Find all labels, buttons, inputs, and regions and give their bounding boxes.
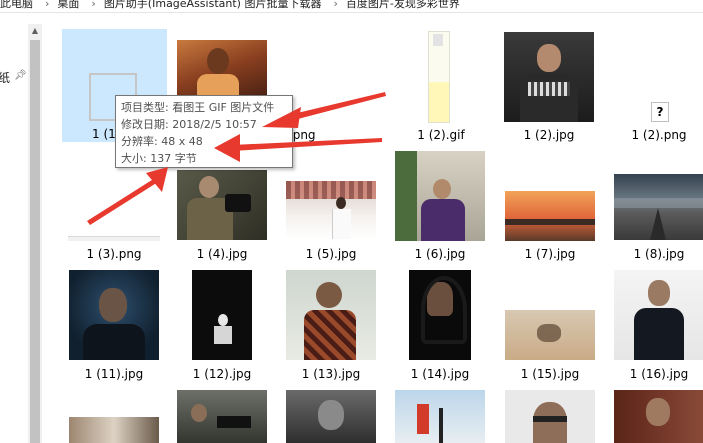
red-arrow-icon [262,92,386,128]
red-arrow-icon [214,134,382,162]
annotation-arrows [87,92,386,225]
red-arrow-icon [87,167,168,225]
